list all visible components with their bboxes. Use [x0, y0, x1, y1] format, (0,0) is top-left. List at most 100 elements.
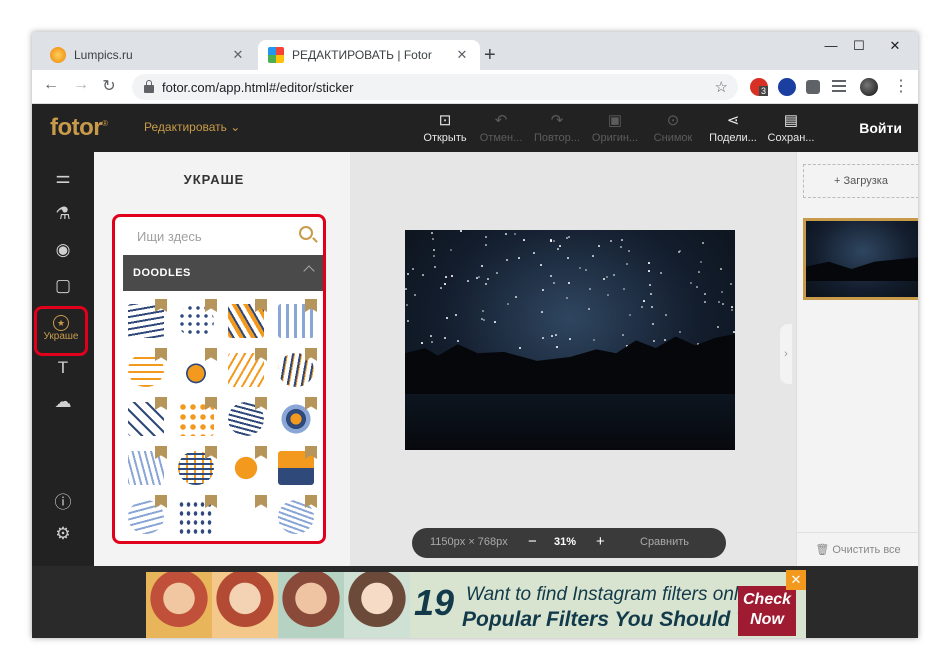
cloud-icon[interactable]: ☁ [32, 392, 94, 412]
ad-portrait-image [146, 572, 212, 638]
doodle-sticker[interactable] [175, 446, 217, 488]
tab-lumpics[interactable]: Lumpics.ru ✕ [40, 40, 256, 70]
tool-original[interactable]: ▣ Оригин... [588, 112, 642, 144]
chevron-up-icon[interactable] [303, 265, 315, 277]
forward-arrow-icon[interactable]: → [70, 76, 92, 94]
doodle-sticker[interactable] [275, 446, 317, 488]
star-speck [482, 310, 484, 312]
reload-icon[interactable]: ↻ [98, 76, 120, 96]
doodle-sticker[interactable] [125, 348, 167, 390]
fotor-logo[interactable]: fotor® [50, 114, 108, 142]
doodle-sticker[interactable] [175, 299, 217, 341]
back-arrow-icon[interactable]: ← [40, 76, 62, 94]
star-speck [652, 323, 654, 325]
menu-dots-icon[interactable]: ⋮ [890, 76, 912, 96]
search-icon[interactable] [299, 226, 313, 240]
close-window-button[interactable]: ✕ [872, 36, 918, 56]
image-thumbnail[interactable] [803, 218, 918, 300]
adjust-icon[interactable]: ⚌ [32, 168, 94, 188]
extension-badge-icon[interactable]: 3 [750, 78, 768, 96]
star-speck [556, 346, 558, 348]
category-header-doodles[interactable]: DOODLES [123, 255, 323, 291]
doodle-sticker[interactable] [125, 397, 167, 439]
star-speck [519, 347, 521, 349]
star-speck [446, 317, 448, 319]
tab-strip: Lumpics.ru ✕ РЕДАКТИРОВАТЬ | Fotor ✕ + —… [32, 32, 918, 70]
reading-list-icon[interactable] [832, 80, 846, 94]
star-speck [407, 273, 409, 275]
star-speck [414, 294, 416, 296]
doodle-sticker[interactable] [275, 348, 317, 390]
puzzle-extensions-icon[interactable] [806, 80, 820, 94]
doodle-sticker[interactable] [175, 348, 217, 390]
help-icon[interactable]: ⓘ [32, 488, 94, 513]
search-input[interactable]: Ищи здесь [137, 229, 202, 244]
star-speck [455, 314, 457, 316]
star-speck [679, 331, 681, 333]
star-speck [665, 314, 667, 316]
doodle-sticker[interactable] [175, 495, 217, 537]
doodle-sticker[interactable] [125, 299, 167, 341]
doodle-sticker[interactable] [275, 299, 317, 341]
tool-snapshot[interactable]: ⊙ Снимок [646, 112, 700, 144]
sticker-search[interactable]: Ищи здесь [123, 219, 315, 253]
tool-undo[interactable]: ↶ Отмен... [474, 112, 528, 144]
tool-label: Снимок [653, 132, 693, 144]
tab-close-icon[interactable]: ✕ [228, 47, 248, 63]
star-speck [664, 339, 666, 341]
doodle-sticker[interactable] [225, 495, 267, 537]
clear-all-button[interactable]: 🗑 Очистить все [797, 532, 918, 556]
doodle-sticker[interactable] [275, 495, 317, 537]
sidebar-item-decorations[interactable]: ★ Украше [34, 306, 88, 356]
bookmark-star-icon[interactable]: ☆ [715, 78, 728, 96]
zoom-in-button[interactable]: + [596, 533, 605, 550]
ad-banner[interactable]: 19 Want to find Instagram filters online… [146, 572, 806, 638]
beauty-icon[interactable]: ⚗ [32, 204, 94, 224]
star-speck [478, 276, 480, 278]
canvas-area: 1150px × 768px − 31% + Сравнить [350, 152, 796, 566]
ad-number: 19 [414, 582, 455, 623]
star-speck [607, 294, 609, 296]
ad-close-icon[interactable]: ✕ [786, 570, 806, 590]
doodle-sticker[interactable] [225, 397, 267, 439]
text-icon[interactable]: T [32, 358, 94, 378]
doodle-sticker[interactable] [225, 446, 267, 488]
ad-cta-button[interactable]: Check Now [738, 586, 796, 636]
login-button[interactable]: Войти [859, 120, 902, 136]
frame-icon[interactable]: ▢ [32, 276, 94, 296]
profile-avatar[interactable] [860, 78, 878, 96]
tool-save[interactable]: ▤ Сохран... [764, 112, 818, 144]
doodle-sticker[interactable] [225, 348, 267, 390]
tool-share[interactable]: ⋖ Подели... [706, 112, 760, 144]
doodle-sticker[interactable] [175, 397, 217, 439]
doodle-sticker[interactable] [225, 299, 267, 341]
tab-close-icon[interactable]: ✕ [452, 47, 472, 63]
upload-button[interactable]: + Загрузка [803, 164, 918, 198]
fotor-topbar: fotor® Редактировать ⌄ ⊡ Открыть ↶ Отмен..… [32, 104, 918, 152]
collapse-panel-handle[interactable]: › [780, 324, 792, 384]
new-tab-button[interactable]: + [484, 44, 496, 67]
tab-fotor[interactable]: РЕДАКТИРОВАТЬ | Fotor ✕ [258, 40, 480, 70]
edit-menu-dropdown[interactable]: Редактировать ⌄ [144, 120, 240, 134]
tool-redo[interactable]: ↷ Повтор... [530, 112, 584, 144]
fotor-app: fotor® Редактировать ⌄ ⊡ Открыть ↶ Отмен..… [32, 104, 918, 566]
compare-button[interactable]: Сравнить [640, 536, 689, 548]
right-panel: + Загрузка 🗑 Очистить все [796, 152, 918, 566]
tool-open[interactable]: ⊡ Открыть [418, 112, 472, 144]
star-speck [542, 337, 544, 339]
zoom-out-button[interactable]: − [528, 533, 537, 550]
star-speck [541, 311, 543, 313]
star-speck [606, 276, 608, 278]
edit-menu-label: Редактировать [144, 120, 227, 134]
star-speck [431, 232, 433, 234]
doodle-sticker[interactable] [125, 495, 167, 537]
night-sky-photo[interactable] [405, 230, 735, 450]
address-bar[interactable]: fotor.com/app.html#/editor/sticker ☆ [132, 74, 738, 100]
star-speck [598, 245, 600, 247]
settings-icon[interactable]: ⚙ [32, 524, 94, 544]
globe-extension-icon[interactable] [778, 78, 796, 96]
sticker-browser: Ищи здесь DOODLES [112, 214, 326, 544]
doodle-sticker[interactable] [275, 397, 317, 439]
doodle-sticker[interactable] [125, 446, 167, 488]
eye-icon[interactable]: ◉ [32, 240, 94, 260]
